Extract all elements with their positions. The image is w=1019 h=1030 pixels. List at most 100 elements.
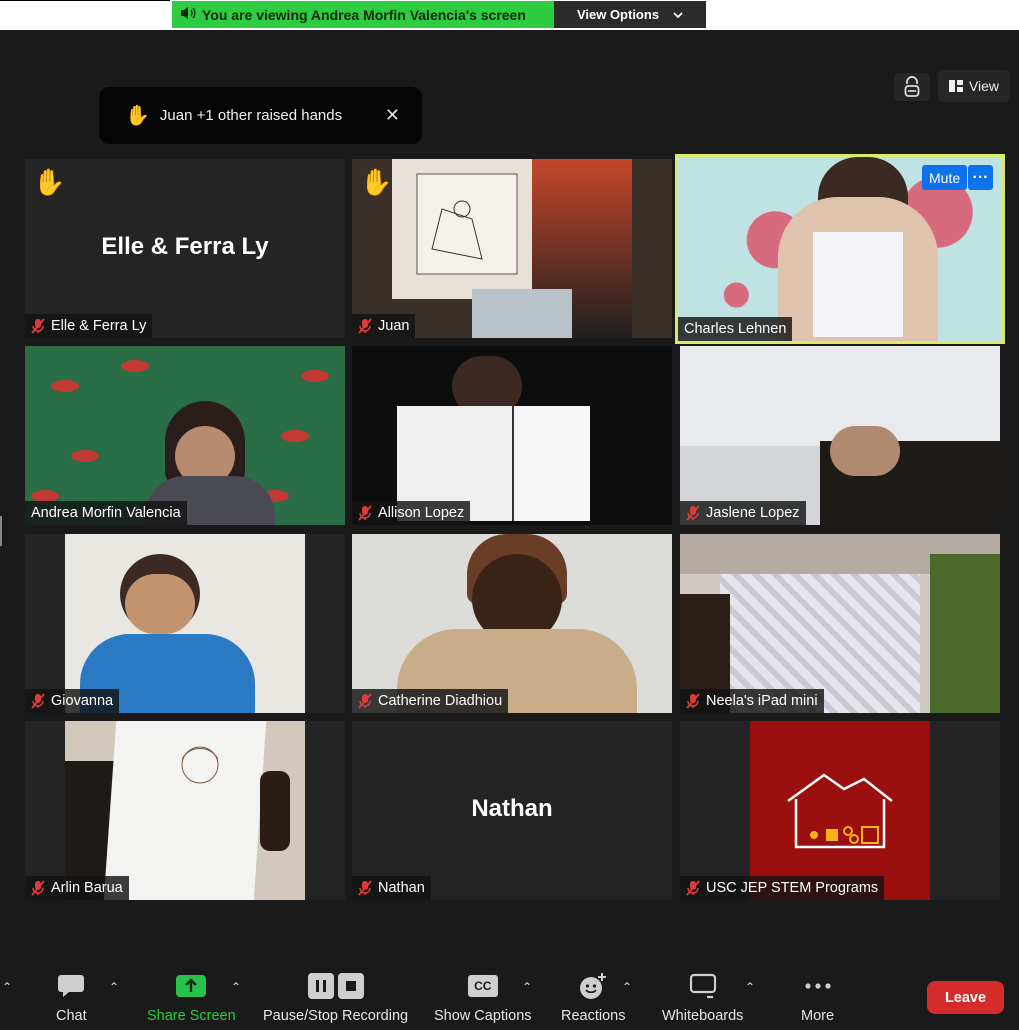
participant-tile[interactable]: USC JEP STEM Programs xyxy=(680,721,1000,900)
raised-hands-toast[interactable]: ✋ Juan +1 other raised hands ✕ xyxy=(99,87,422,144)
mute-participant-button[interactable]: Mute xyxy=(922,165,968,190)
video-feed xyxy=(813,232,903,337)
participant-tile[interactable]: Giovanna xyxy=(25,534,345,713)
drawing-image xyxy=(416,173,518,275)
mute-label: Mute xyxy=(929,169,961,186)
participant-name: Giovanna xyxy=(51,693,114,709)
participant-name: Catherine Diadhiou xyxy=(378,693,503,709)
participant-big-name: Elle & Ferra Ly xyxy=(101,233,269,260)
participant-tile[interactable]: Arlin Barua xyxy=(25,721,345,900)
program-logo xyxy=(750,721,930,900)
participant-name: Neela's iPad mini xyxy=(706,693,818,709)
raised-hand-icon: ✋ xyxy=(33,167,66,197)
divider xyxy=(0,516,2,546)
view-options-button[interactable]: View Options xyxy=(554,1,706,28)
participant-name-tag: Jaslene Lopez xyxy=(680,501,806,525)
house-logo-icon xyxy=(787,773,893,849)
stop-icon xyxy=(337,973,364,999)
more-button[interactable]: More xyxy=(801,972,834,1024)
participant-name-tag: Charles Lehnen xyxy=(678,317,793,341)
raised-hand-icon: ✋ xyxy=(360,167,393,197)
share-screen-button[interactable]: Share Screen xyxy=(147,972,236,1024)
participant-name-tag: Elle & Ferra Ly xyxy=(25,314,153,338)
divider xyxy=(0,0,170,1)
ellipsis-icon xyxy=(804,972,832,1000)
chevron-up-icon[interactable]: ⌃ xyxy=(109,980,119,994)
participant-tile[interactable]: ✋ Juan xyxy=(352,159,672,338)
view-label: View xyxy=(968,78,1000,94)
video-feed xyxy=(472,289,572,338)
reactions-label: Reactions xyxy=(561,1008,626,1024)
muted-mic-icon xyxy=(358,505,372,521)
video-feed xyxy=(125,574,195,634)
participant-name-tag: USC JEP STEM Programs xyxy=(680,876,885,900)
participant-tile[interactable]: Jaslene Lopez xyxy=(680,346,1000,525)
participant-name-tag: Juan xyxy=(352,314,416,338)
chat-label: Chat xyxy=(56,1008,87,1024)
chat-button[interactable]: Chat xyxy=(56,972,87,1024)
show-captions-button[interactable]: CC Show Captions xyxy=(434,972,532,1024)
participant-name: Elle & Ferra Ly xyxy=(51,318,147,334)
video-feed xyxy=(512,406,590,521)
share-status: You are viewing Andrea Morfin Valencia's… xyxy=(172,1,554,28)
meeting-toolbar: ⌃ Chat ⌃ Share Screen ⌃ Pause/Stop Recor… xyxy=(0,940,1019,1030)
captions-label: Show Captions xyxy=(434,1008,532,1024)
whiteboard-icon xyxy=(689,972,717,1000)
leave-button[interactable]: Leave xyxy=(927,981,1004,1014)
close-icon[interactable]: ✕ xyxy=(385,105,400,126)
muted-mic-icon xyxy=(31,880,45,896)
video-feed xyxy=(930,554,1000,713)
participant-name-tag: Catherine Diadhiou xyxy=(352,689,509,713)
participant-tile[interactable]: Nathan Nathan xyxy=(352,721,672,900)
privacy-icon-button[interactable] xyxy=(894,73,930,101)
participant-name: Arlin Barua xyxy=(51,880,123,896)
muted-mic-icon xyxy=(686,505,700,521)
muted-mic-icon xyxy=(31,693,45,709)
view-button[interactable]: View xyxy=(938,70,1010,102)
chat-icon xyxy=(57,972,85,1000)
participant-tile-active-speaker[interactable]: Mute ··· Charles Lehnen xyxy=(675,154,1005,344)
more-options-button[interactable]: ··· xyxy=(968,165,993,190)
chevron-up-icon[interactable]: ⌃ xyxy=(231,980,241,994)
muted-mic-icon xyxy=(358,880,372,896)
shield-lock-icon xyxy=(904,76,920,97)
recording-label: Pause/Stop Recording xyxy=(263,1008,409,1024)
participant-name-tag: Andrea Morfin Valencia xyxy=(25,501,187,525)
whiteboards-button[interactable]: Whiteboards xyxy=(662,972,743,1024)
participant-name: Allison Lopez xyxy=(378,505,465,521)
muted-mic-icon xyxy=(31,318,45,334)
chevron-up-icon[interactable]: ⌃ xyxy=(745,980,755,994)
share-message: You are viewing Andrea Morfin Valencia's… xyxy=(202,6,526,23)
participant-tile[interactable]: Andrea Morfin Valencia xyxy=(25,346,345,525)
whiteboards-label: Whiteboards xyxy=(662,1008,744,1024)
participant-name-tag: Arlin Barua xyxy=(25,876,129,900)
raised-hand-icon: ✋ xyxy=(125,105,150,127)
grid-view-icon xyxy=(948,80,963,92)
participant-name-tag: Nathan xyxy=(352,876,431,900)
participant-tile[interactable]: Allison Lopez xyxy=(352,346,672,525)
participant-name: USC JEP STEM Programs xyxy=(706,880,879,896)
participant-name: Andrea Morfin Valencia xyxy=(31,505,181,521)
participant-big-name: Nathan xyxy=(471,795,553,822)
view-options-label: View Options xyxy=(576,7,660,22)
muted-mic-icon xyxy=(358,318,372,334)
participant-name: Juan xyxy=(378,318,410,334)
participant-tile[interactable]: Neela's iPad mini xyxy=(680,534,1000,713)
speaker-icon xyxy=(180,6,196,23)
chevron-up-icon[interactable]: ⌃ xyxy=(522,980,532,994)
participant-name: Nathan xyxy=(378,880,425,896)
participant-name-tag: Neela's iPad mini xyxy=(680,689,824,713)
muted-mic-icon xyxy=(686,693,700,709)
participant-name: Charles Lehnen xyxy=(684,321,787,337)
participant-name: Jaslene Lopez xyxy=(706,505,800,521)
smiley-plus-icon xyxy=(579,972,607,1000)
pause-icon xyxy=(307,973,334,999)
chevron-up-icon[interactable]: ⌃ xyxy=(2,980,12,994)
participant-name-tag: Giovanna xyxy=(25,689,120,713)
participant-tile[interactable]: Catherine Diadhiou xyxy=(352,534,672,713)
raised-hands-text: Juan +1 other raised hands xyxy=(159,107,343,124)
reactions-button[interactable]: Reactions xyxy=(561,972,625,1024)
pause-stop-recording-button[interactable]: Pause/Stop Recording xyxy=(263,972,408,1024)
chevron-up-icon[interactable]: ⌃ xyxy=(622,980,632,994)
participant-tile[interactable]: ✋ Elle & Ferra Ly Elle & Ferra Ly xyxy=(25,159,345,338)
